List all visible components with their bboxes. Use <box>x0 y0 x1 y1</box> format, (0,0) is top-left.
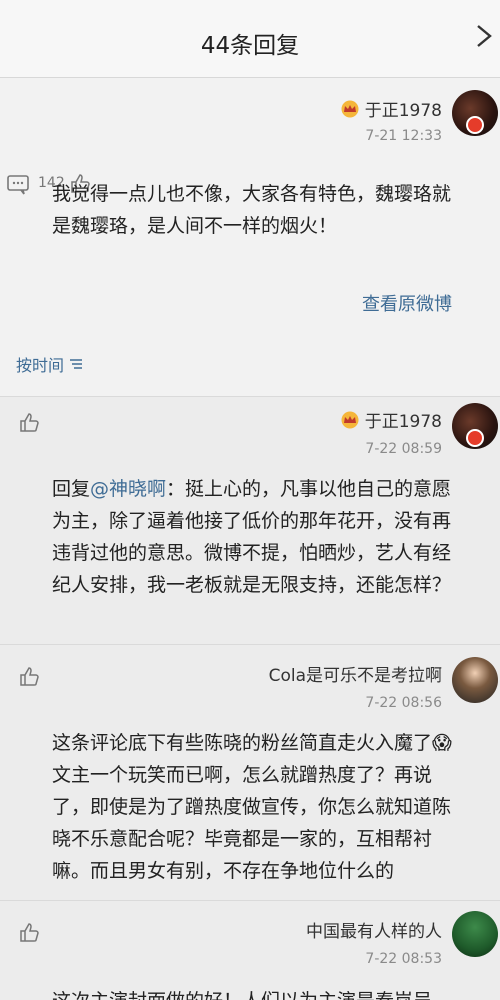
like-button[interactable] <box>18 921 40 943</box>
reply-text: 这条评论底下有些陈晓的粉丝简直走火入魔了😱文主一个玩笑而已啊，怎么就蹭热度了？再… <box>52 732 452 882</box>
avatar[interactable] <box>452 403 498 449</box>
mention-link[interactable]: @神晓啊 <box>90 478 166 500</box>
reply-author[interactable]: Cola是可乐不是考拉啊 <box>269 661 442 686</box>
avatar[interactable] <box>452 911 498 957</box>
avatar[interactable] <box>452 90 498 136</box>
reply-time: 7-22 08:56 <box>365 695 442 711</box>
reply-author-row: Cola是可乐不是考拉啊 <box>269 661 442 686</box>
thumbs-up-icon <box>20 667 39 686</box>
crown-icon <box>341 100 359 117</box>
like-button[interactable] <box>18 411 40 433</box>
reply-author-row: 中国最有人样的人 <box>306 917 442 942</box>
thumbs-up-icon <box>20 923 39 942</box>
reply-text: 这次主演封面做的好！人们以为主演是秦岚吴 <box>52 985 452 1000</box>
reply-item: 中国最有人样的人 7-22 08:53 这次主演封面做的好！人们以为主演是秦岚吴 <box>0 900 500 1000</box>
comment-author[interactable]: 于正1978 <box>365 96 442 121</box>
crown-icon <box>341 411 359 428</box>
reply-author[interactable]: 中国最有人样的人 <box>306 917 442 942</box>
comment-time: 7-21 12:33 <box>365 128 442 144</box>
comment-text: 我觉得一点儿也不像，大家各有特色，魏璎珞就是魏璎珞，是人间不一样的烟火！ <box>52 183 452 237</box>
view-original-link[interactable]: 查看原微博 <box>362 290 452 316</box>
sort-label: 按时间 <box>16 356 65 375</box>
comment-author-row: 于正1978 <box>339 96 442 121</box>
sort-icon <box>70 359 83 369</box>
back-icon[interactable] <box>474 22 494 50</box>
page-title: 44条回复 <box>200 33 300 59</box>
reply-author-row: 于正1978 <box>339 407 442 432</box>
reply-prefix: 回复 <box>52 478 91 500</box>
reply-item: Cola是可乐不是考拉啊 7-22 08:56 这条评论底下有些陈晓的粉丝简直走… <box>0 644 500 900</box>
reply-text: 回复@神晓啊：挺上心的，凡事以他自己的意愿为主，除了逼着他接了低价的那年花开，没… <box>52 473 452 601</box>
like-button[interactable] <box>18 665 40 687</box>
reply-item: 于正1978 7-22 08:59 回复@神晓啊：挺上心的，凡事以他自己的意愿为… <box>0 396 500 644</box>
reply-time: 7-22 08:59 <box>365 441 442 457</box>
sort-toggle[interactable]: 按时间 <box>16 352 84 376</box>
header-bar: 44条回复 <box>0 0 500 78</box>
avatar[interactable] <box>452 657 498 703</box>
reply-author[interactable]: 于正1978 <box>365 407 442 432</box>
thumbs-up-icon <box>20 413 39 432</box>
main-comment: 于正1978 7-21 12:33 142 我觉得一点儿也不像，大家各有特色，魏… <box>0 78 500 396</box>
reply-time: 7-22 08:53 <box>365 951 442 967</box>
comment-icon[interactable] <box>6 174 30 196</box>
